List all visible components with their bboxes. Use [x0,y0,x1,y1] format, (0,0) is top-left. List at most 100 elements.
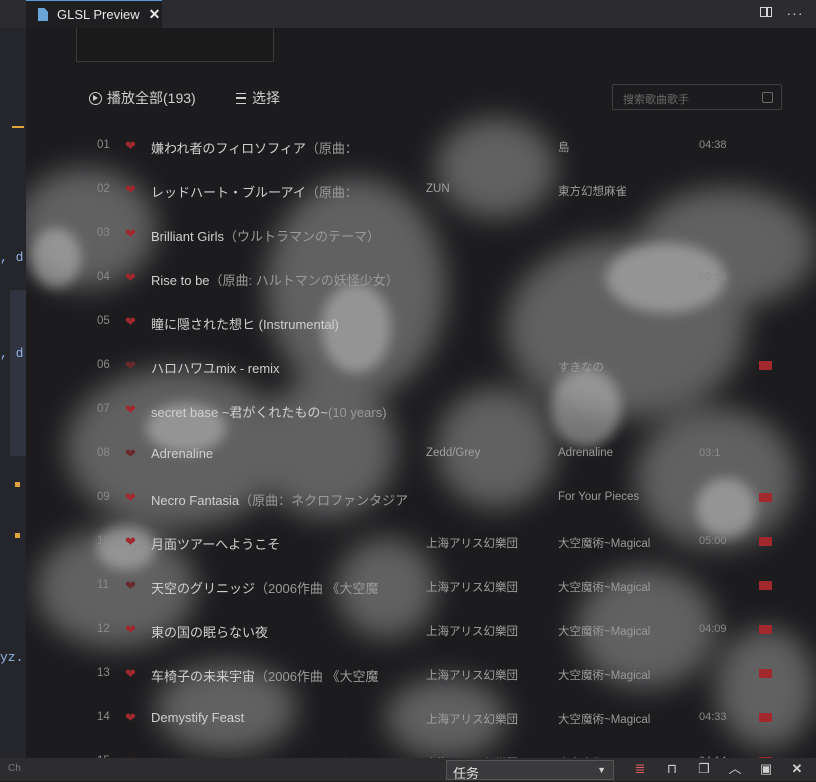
mv-icon[interactable] [759,493,772,502]
album-name[interactable]: 大空魔術~Magical [558,623,680,639]
song-title: 车椅子の未来宇宙 [151,669,256,684]
heart-icon[interactable]: ❤ [125,226,136,242]
artist-name[interactable]: 上海アリス幻樂団 [426,535,546,551]
song-title-cell: Adrenaline [151,446,409,461]
album-name[interactable]: For Your Pieces [558,491,680,503]
album-cover-thumbnail[interactable] [76,28,274,62]
heart-icon[interactable]: ❤ [125,622,136,638]
song-row[interactable]: 03 ❤ Brilliant Girls（ウルトラマンのテーマ） [26,212,816,256]
song-row[interactable]: 01 ❤ 嫌われ者のフィロソフィア（原曲： 島 04:38 [26,124,816,168]
gutter-dot-marker [15,533,20,538]
heart-icon[interactable]: ❤ [125,138,136,154]
lock-icon[interactable]: ⊓ [664,761,680,777]
song-subtitle: （2006作曲 《大空魔 [255,669,379,684]
song-row[interactable]: 12 ❤ 東の国の眠らない夜 上海アリス幻樂団 大空魔術~Magical 04:09 [26,608,816,652]
track-number: 04 [97,271,110,283]
search-input[interactable]: 搜索歌曲歌手 [612,84,782,110]
search-placeholder: 搜索歌曲歌手 [623,94,689,106]
song-subtitle: （原曲： [305,141,358,156]
song-row[interactable]: 07 ❤ secret base ~君がくれたもの~(10 years) [26,388,816,432]
close-icon[interactable]: ✕ [149,6,161,23]
album-name[interactable]: 島 [558,139,680,155]
heart-icon[interactable]: ❤ [125,314,136,330]
artist-name[interactable]: Zedd/Grey [426,447,546,459]
heart-icon[interactable]: ❤ [125,358,136,374]
track-number: 10 [97,535,110,547]
song-subtitle: （原曲：ネクロファンタジア） [239,493,409,508]
music-list-overlay: 播放全部(193) 选择 搜索歌曲歌手 01 ❤ 嫌われ者のフィロソフィア（原曲：島… [26,28,816,758]
album-name[interactable]: すきなの [558,359,680,375]
heart-icon[interactable]: ❤ [125,666,136,682]
track-number: 07 [97,403,110,415]
mv-icon[interactable] [759,625,772,634]
song-row[interactable]: 13 ❤ 车椅子の未来宇宙（2006作曲 《大空魔 上海アリス幻樂団 大空魔術~Magi… [26,652,816,696]
heart-icon[interactable]: ❤ [125,182,136,198]
song-row[interactable]: 11 ❤ 天空のグリニッジ（2006作曲 《大空魔 上海アリス幻樂団 大空魔術~Magi… [26,564,816,608]
album-name[interactable]: 大空魔術~Magical [558,667,680,683]
artist-name[interactable]: 上海アリス幻樂団 [426,579,546,595]
heart-icon[interactable]: ❤ [125,402,136,418]
mv-icon[interactable] [759,537,772,546]
artist-name[interactable]: 上海アリス幻樂団 [426,623,546,639]
gutter-dot-marker [15,482,20,487]
clear-output-icon[interactable]: ≣ [632,761,648,777]
track-number: 06 [97,359,110,371]
mv-icon[interactable] [759,581,772,590]
track-duration: 05:15 [699,271,727,283]
song-title-cell: 天空のグリニッジ（2006作曲 《大空魔 [151,578,409,597]
copy-icon[interactable]: ❐ [696,761,712,777]
song-row[interactable]: 06 ❤ ハロハワユmix - remix すきなの [26,344,816,388]
artist-name[interactable]: ZUN [426,183,546,195]
heart-icon[interactable]: ❤ [125,534,136,550]
heart-icon[interactable]: ❤ [125,710,136,726]
track-duration: 04:09 [699,623,727,635]
output-channel-select[interactable]: 任务 ▼ [446,760,614,781]
search-icon[interactable] [762,92,773,103]
glsl-preview-canvas[interactable]: 播放全部(193) 选择 搜索歌曲歌手 01 ❤ 嫌われ者のフィロソフィア（原曲：島… [26,28,816,758]
status-left-text: Ch [8,763,21,774]
maximize-icon[interactable]: ▣ [758,761,774,777]
heart-icon[interactable]: ❤ [125,490,136,506]
artist-name[interactable]: 上海アリス幻樂団 [426,667,546,683]
heart-icon[interactable]: ❤ [125,270,136,286]
chevron-up-icon[interactable]: ︿ [727,761,743,777]
album-name[interactable]: 大空魔術~Magical [558,535,680,551]
album-name[interactable]: 東方幻想麻雀 [558,183,680,199]
song-row[interactable]: 04 ❤ Rise to be（原曲: ハルトマンの妖怪少女） 05:15 [26,256,816,300]
song-row[interactable]: 14 ❤ Demystify Feast 上海アリス幻樂団 大空魔術~Magical 04… [26,696,816,740]
tab-glsl-preview[interactable]: GLSL Preview ✕ [26,0,162,28]
play-all-button[interactable]: 播放全部(193) [89,88,196,108]
tab-title: GLSL Preview [57,7,140,22]
more-actions-icon[interactable]: ··· [786,4,804,22]
editor-tab-bar: GLSL Preview ✕ ··· [0,0,816,28]
track-number: 05 [97,315,110,327]
select-button[interactable]: 选择 [236,88,280,108]
song-title-cell: 车椅子の未来宇宙（2006作曲 《大空魔 [151,666,409,685]
song-row[interactable]: 05 ❤ 瞳に隠された想ヒ (Instrumental) [26,300,816,344]
song-row[interactable]: 02 ❤ レッドハート・ブルーアイ（原曲： ZUN 東方幻想麻雀 [26,168,816,212]
artist-name[interactable]: 上海アリス幻樂団 [426,711,546,727]
song-title: 東の国の眠らない夜 [151,625,269,640]
mv-icon[interactable] [759,713,772,722]
song-title-cell: Rise to be（原曲: ハルトマンの妖怪少女） [151,270,409,289]
code-fragment: yz. [0,650,24,665]
song-title: Rise to be [151,273,210,288]
song-row[interactable]: 08 ❤ Adrenaline Zedd/Grey Adrenaline 03:1 [26,432,816,476]
song-title-cell: Necro Fantasia（原曲：ネクロファンタジア） [151,490,409,509]
mv-icon[interactable] [759,361,772,370]
gutter-change-marker [12,126,24,128]
heart-icon[interactable]: ❤ [125,446,136,462]
album-name[interactable]: 大空魔術~Magical [558,579,680,595]
song-row[interactable]: 09 ❤ Necro Fantasia（原曲：ネクロファンタジア） For Your … [26,476,816,520]
album-name[interactable]: 大空魔術~Magical [558,711,680,727]
song-title-cell: 月面ツアーへようこそ [151,534,409,553]
album-name[interactable]: Adrenaline [558,447,680,459]
file-icon [38,8,48,21]
song-row[interactable]: 15❤卫星カフェテラス（2006作曲 《大空魔上海アリス幻樂団大空魔術~Magi… [26,740,816,758]
heart-icon[interactable]: ❤ [125,578,136,594]
close-panel-icon[interactable]: ✕ [789,761,805,777]
mv-icon[interactable] [759,669,772,678]
song-row[interactable]: 10 ❤ 月面ツアーへようこそ 上海アリス幻樂団 大空魔術~Magical 05:00 [26,520,816,564]
song-title: 月面ツアーへようこそ [151,537,281,552]
split-editor-icon[interactable] [758,4,776,22]
